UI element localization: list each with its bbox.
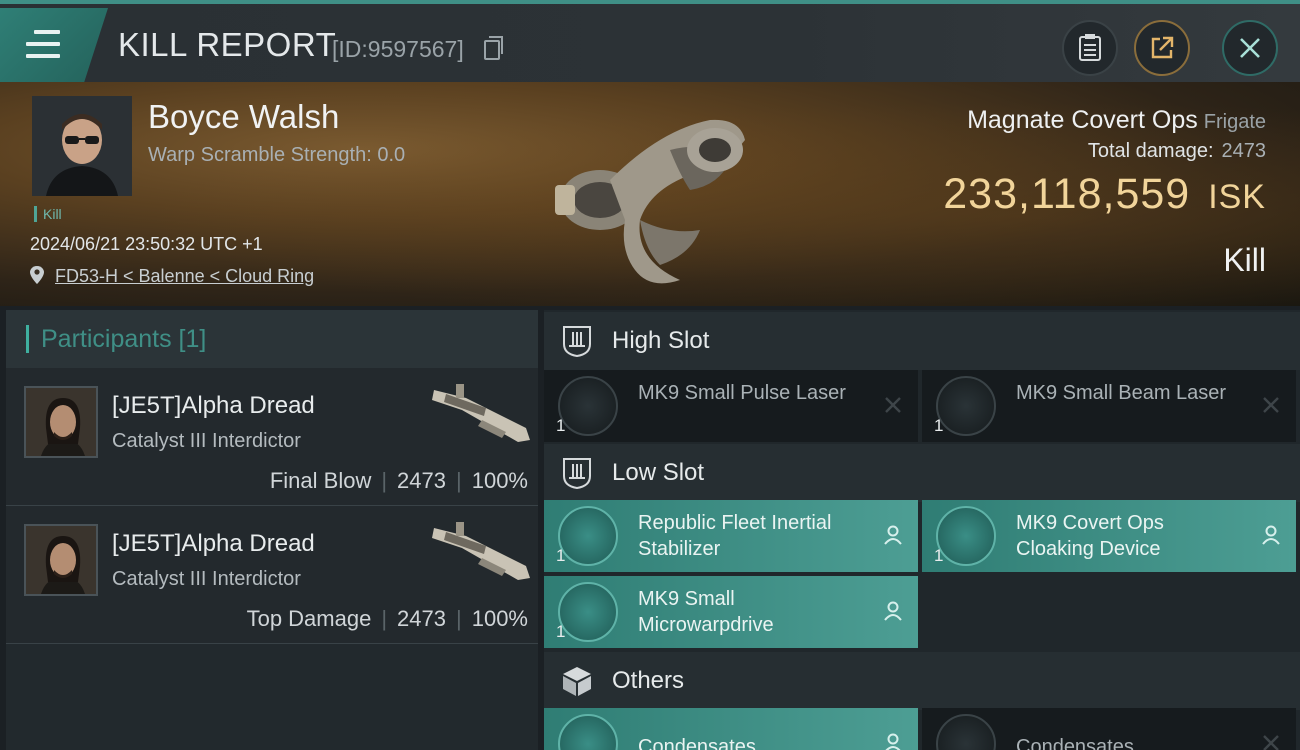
menu-button[interactable] [0,8,108,82]
module-icon [558,376,618,436]
module-item[interactable]: 1 MK9 Covert Ops Cloaking Device [922,500,1296,572]
ship-class: Frigate [1203,111,1266,133]
kill-location[interactable]: FD53-H < Balenne < Cloud Ring [30,266,314,287]
fitting-panel: High Slot 1 MK9 Small Pulse Laser 1 MK9 … [544,310,1300,750]
module-icon [558,506,618,566]
person-icon [1262,525,1280,545]
high-slot-header: High Slot [544,312,1300,370]
module-item[interactable]: Condensates [544,708,918,750]
low-slot-icon [563,458,591,490]
module-name: Condensates [638,736,756,750]
participant-role: Top Damage [246,606,372,631]
location-link[interactable]: FD53-H < Balenne < Cloud Ring [55,266,314,286]
victim-name: Boyce Walsh [148,98,340,135]
module-qty: 1 [556,546,566,565]
module-icon [936,506,996,566]
participant-row[interactable]: [JE5T]Alpha Dread Catalyst III Interdict… [6,368,538,506]
total-damage: Total damage: 2473 [1088,140,1266,163]
participant-ship-icon [432,522,530,580]
person-icon [884,525,902,545]
share-icon [1151,36,1174,59]
module-icon [558,714,618,750]
warp-scramble-strength: Warp Scramble Strength: 0.0 [148,144,406,166]
victim-portrait[interactable] [32,96,132,196]
high-slot-icon [563,326,591,358]
total-damage-value: 2473 [1221,140,1267,162]
isk-amount: 233,118,559 [943,170,1191,218]
module-qty: 1 [556,416,566,435]
close-button[interactable] [1222,20,1278,76]
person-icon [885,733,901,750]
participants-panel: Participants [1] [JE5T]Alpha Dread Catal… [6,310,538,750]
module-item[interactable]: 1 Republic Fleet Inertial Stabilizer [544,500,918,572]
ship-render [555,119,745,284]
report-icon [1079,34,1101,61]
low-slot-header: Low Slot [544,444,1300,502]
cross-icon [885,397,901,413]
total-damage-label: Total damage: [1087,140,1214,162]
kill-timestamp: 2024/06/21 23:50:32 UTC +1 [30,234,263,254]
module-name: Condensates [1016,736,1134,750]
copy-icon[interactable] [484,36,503,60]
module-qty: 1 [556,622,566,641]
participant-ship: Catalyst III Interdictor [112,568,301,590]
cross-icon [1263,735,1279,750]
participant-damage: 2473 [397,468,446,493]
module-item[interactable]: 1 MK9 Small Microwarpdrive [544,576,918,648]
isk-value: 233,118,559 ISK [943,170,1266,219]
module-qty: 1 [934,546,944,565]
participants-header: Participants [1] [6,310,538,368]
participant-avatar[interactable] [24,524,98,596]
module-name: MK9 Small Beam Laser [1016,382,1227,404]
ship-name: Magnate Covert Ops Frigate [967,106,1266,135]
module-icon [558,582,618,642]
report-button[interactable] [1062,20,1118,76]
location-pin-icon [30,266,44,284]
participant-ship: Catalyst III Interdictor [112,430,301,452]
module-name: MK9 Covert Ops Cloaking Device [1016,512,1164,560]
module-icon [936,714,996,750]
close-icon [1240,38,1260,58]
participant-stats: Top Damage | 2473 | 100% [246,606,528,631]
participant-percent: 100% [471,468,528,493]
participant-avatar[interactable] [24,386,98,458]
isk-unit: ISK [1208,178,1266,216]
participant-name: [JE5T]Alpha Dread [112,392,315,419]
others-label: Others [612,667,685,694]
module-item[interactable]: 1 MK9 Small Beam Laser [922,370,1296,442]
cross-icon [1263,397,1279,413]
high-slot-label: High Slot [612,327,710,354]
participant-stats: Final Blow | 2473 | 100% [269,468,528,493]
participant-row[interactable]: [JE5T]Alpha Dread Catalyst III Interdict… [6,506,538,644]
kill-result: Kill [1223,242,1266,278]
cargo-box-icon [563,667,591,696]
ship-type: Magnate Covert Ops [967,106,1198,134]
module-icon [936,376,996,436]
kill-tag: Kill [34,206,62,222]
participant-name: [JE5T]Alpha Dread [112,530,315,557]
kill-summary: Boyce Walsh Warp Scramble Strength: 0.0 … [0,82,1300,306]
share-button[interactable] [1134,20,1190,76]
others-header: Others [544,652,1300,710]
module-name: MK9 Small Pulse Laser [638,382,846,404]
module-name: Republic Fleet Inertial Stabilizer [638,512,832,560]
module-qty: 1 [934,416,944,435]
top-bar: KILL REPORT [ID:9597567] [0,0,1300,82]
participant-role: Final Blow [269,468,372,493]
module-item[interactable]: Condensates [922,708,1296,750]
low-slot-label: Low Slot [612,459,705,486]
participants-title: Participants [1] [41,324,207,353]
module-name: MK9 Small Microwarpdrive [638,588,774,636]
menu-icon [26,30,60,58]
participant-damage: 2473 [397,606,446,631]
participant-ship-icon [432,384,530,442]
module-item[interactable]: 1 MK9 Small Pulse Laser [544,370,918,442]
report-id: [ID:9597567] [332,36,464,62]
person-icon [884,601,902,621]
page-title: KILL REPORT [118,26,337,63]
participant-percent: 100% [471,606,528,631]
